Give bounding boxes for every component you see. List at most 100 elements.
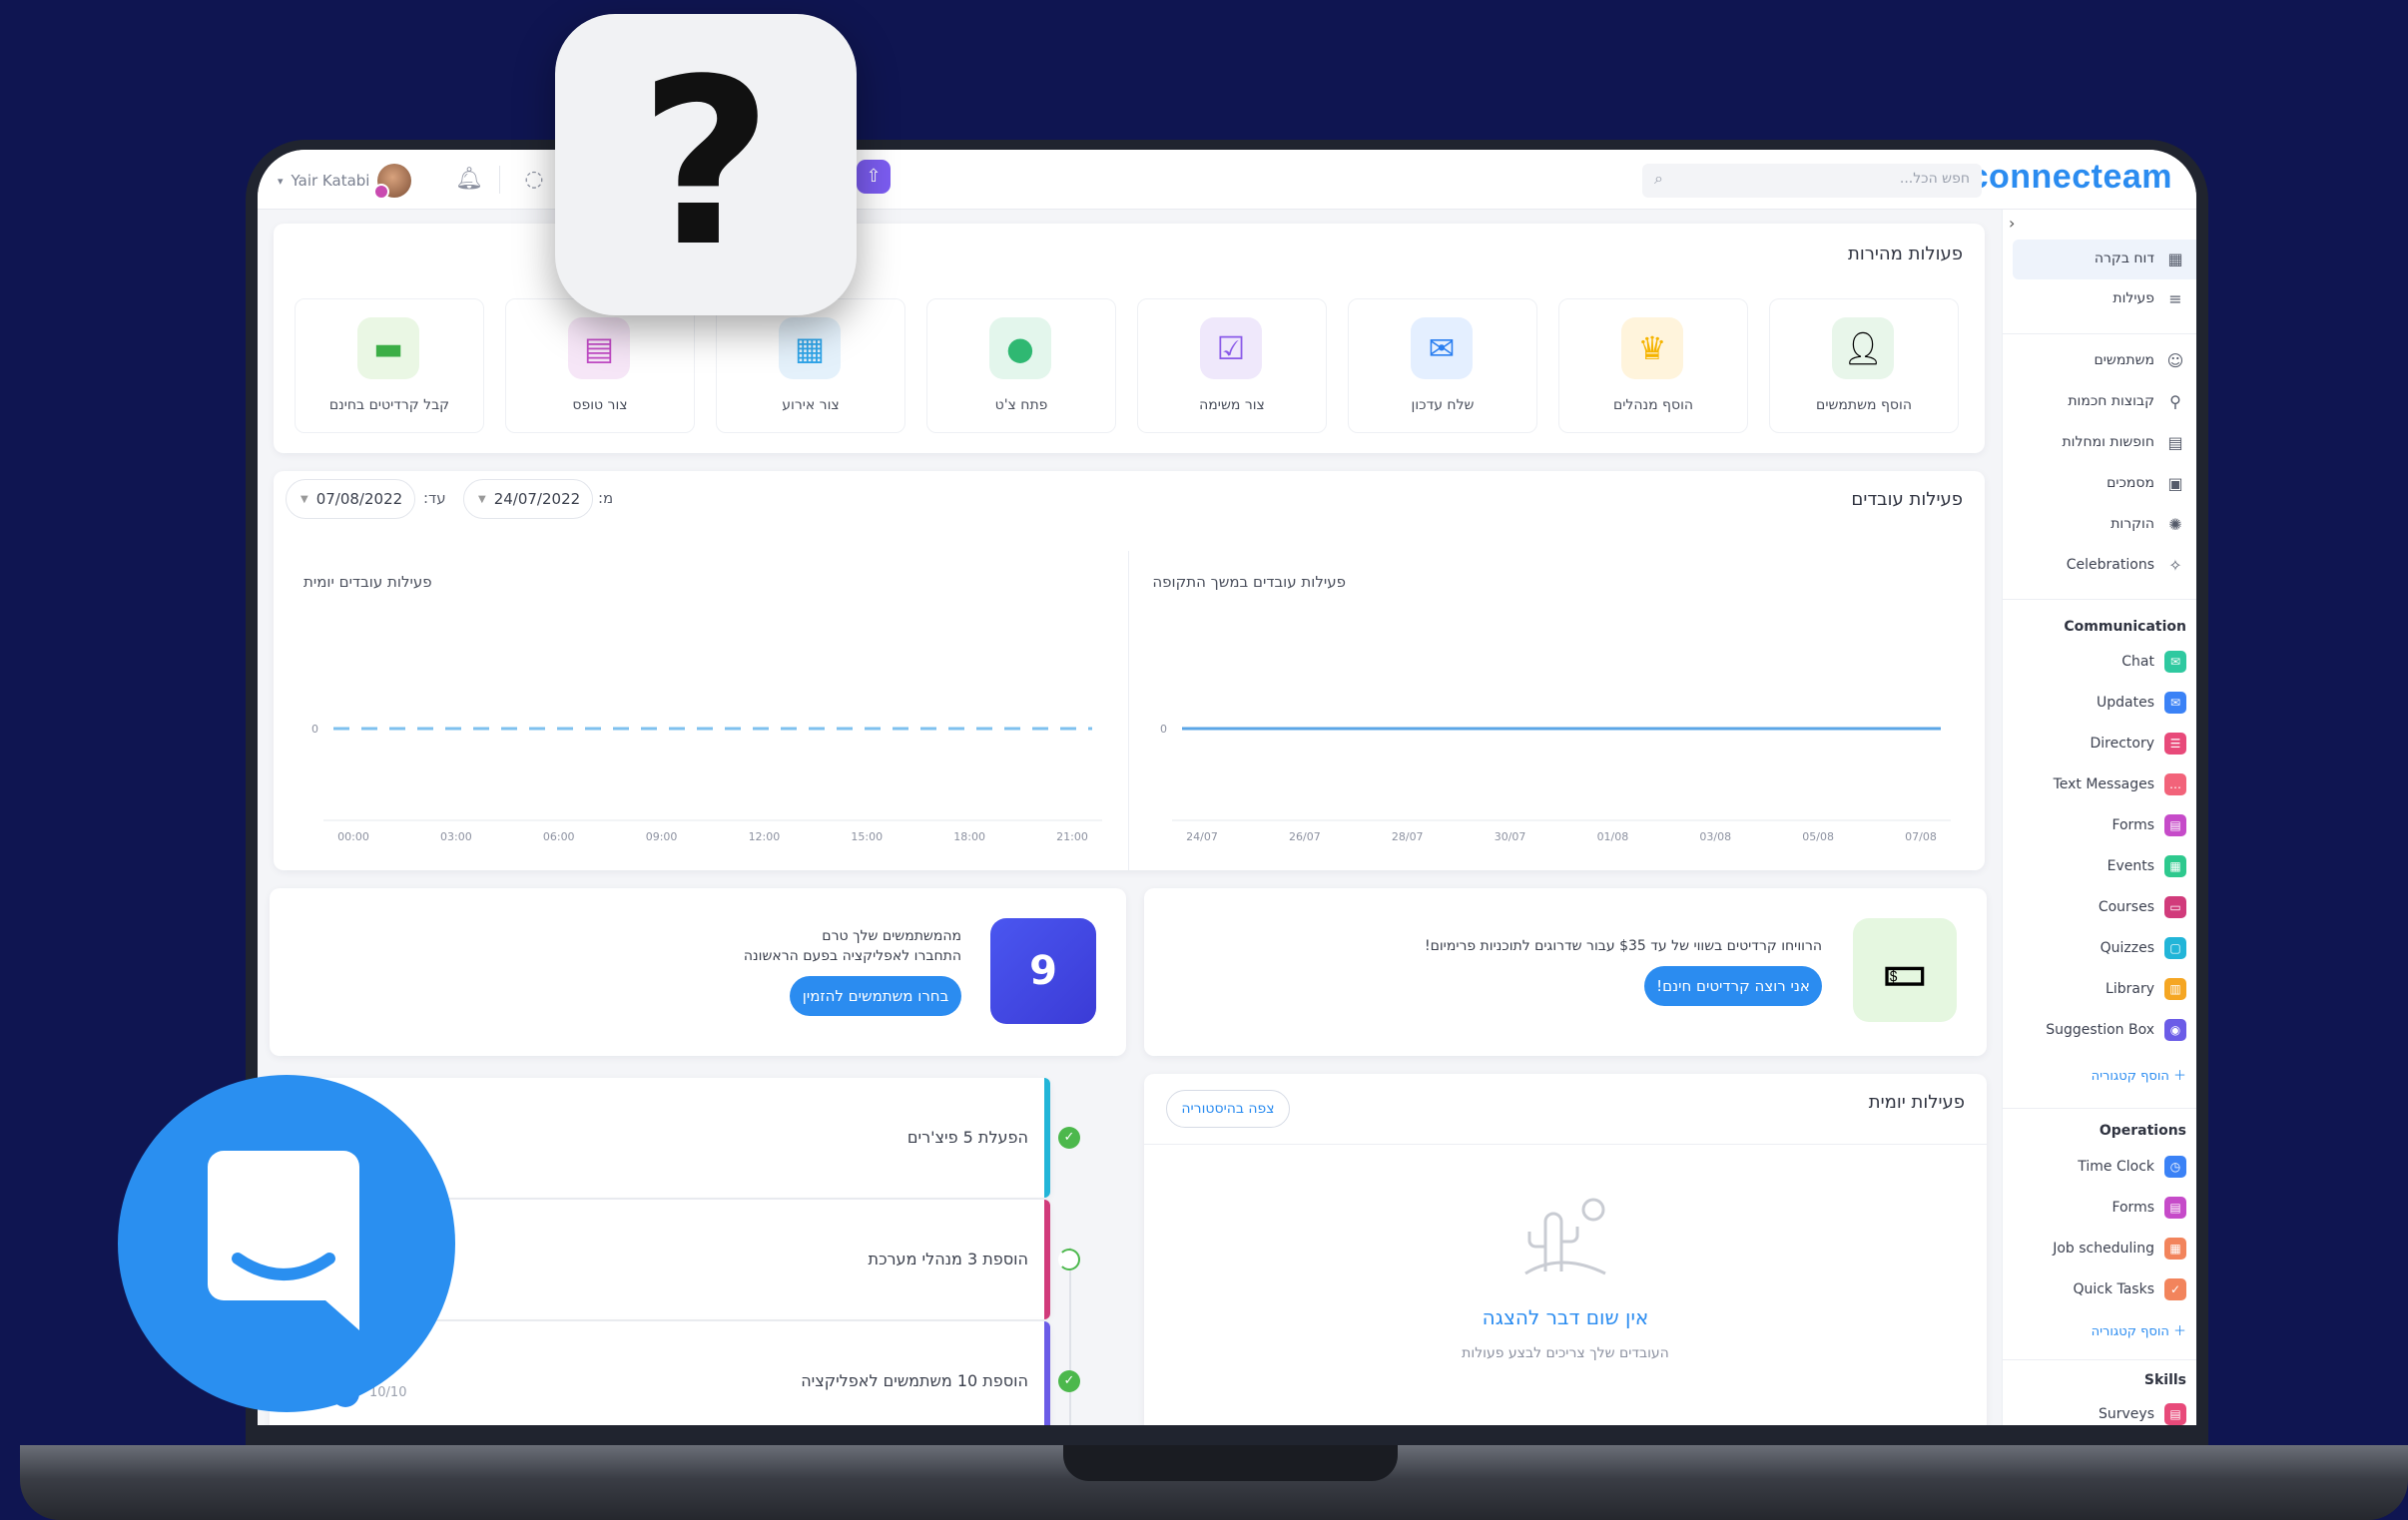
sidebar-item-label: Directory (2090, 736, 2154, 752)
daily-activity-title: פעילות יומית (1868, 1092, 1965, 1113)
quick-actions-card: פעולות מהירות 👤︎ הוסף משתמשים ♛ הוסף מנה… (274, 224, 1985, 453)
money-icon: 💵︎ (1853, 918, 1957, 1022)
chat-icon: ✉ (2164, 651, 2186, 673)
sidebar-item-label: Forms (2111, 817, 2154, 833)
quick-action-label: הוסף משתמשים (1816, 397, 1912, 413)
quick-action-add-admins[interactable]: ♛ הוסף מנהלים (1558, 298, 1748, 433)
sidebar-item-suggestion-box[interactable]: Suggestion Box ◉ (2046, 1019, 2186, 1041)
daily-chart-title: פעילות עובדים יומית (303, 573, 432, 591)
grid-icon: ▦ (2167, 249, 2183, 268)
quick-action-create-form[interactable]: ▤ צור טופס (505, 298, 695, 433)
y-tick-label: 0 (311, 723, 318, 736)
sidebar-item-dashboard[interactable]: דוח בקרה ▦ (2095, 248, 2186, 269)
sidebar-item-directory[interactable]: Directory ☰ (2090, 733, 2186, 755)
sidebar-item-label: Library (2106, 981, 2154, 997)
users-promo-line1: מהמשתמשים שלך טרם (822, 928, 961, 944)
quick-action-free-credits[interactable]: ▬ קבל קרדיטים בחינם (295, 298, 484, 433)
divider (499, 166, 500, 194)
x-tick-label: 24/07 (1186, 830, 1218, 843)
directory-icon: ☰ (2164, 733, 2186, 755)
quick-action-create-task[interactable]: ☑ צור משימה (1137, 298, 1327, 433)
sms-icon: … (2164, 773, 2186, 795)
sidebar-item-events[interactable]: Events ▦ (2107, 855, 2186, 877)
quick-action-open-chat[interactable]: ● פתח צ'ט (926, 298, 1116, 433)
quick-action-create-event[interactable]: ▦ צור אירוע (716, 298, 905, 433)
sidebar-item-label: Forms (2111, 1200, 2154, 1216)
app-screen: connecteam חפש הכל... ⌕ ▾ Yair Katabi 🔔︎… (258, 150, 2196, 1425)
divider (2002, 333, 2196, 334)
plus-icon: ＋ (2168, 1069, 2186, 1084)
sidebar-item-time-clock[interactable]: Time Clock ◷ (2078, 1156, 2186, 1178)
person-icon: 👤︎ (1832, 317, 1894, 379)
daily-activity-chart: 0 00:00 03:00 06:00 09:00 12:00 15:00 18:00 21:0… (311, 723, 1102, 843)
sidebar: › דוח בקרה ▦ פעילות ≡ משתמשים ☺ קבוצות חכמו… (2002, 210, 2196, 1425)
x-tick-label: 00:00 (337, 830, 369, 843)
x-tick-label: 28/07 (1392, 830, 1424, 843)
quiz-icon: ▢ (2164, 937, 2186, 959)
main-content: פעולות מהירות 👤︎ הוסף משתמשים ♛ הוסף מנה… (258, 210, 2002, 1425)
search-input[interactable]: חפש הכל... ⌕ (1642, 164, 1982, 198)
add-category-button[interactable]: ＋ הוסף קטגוריה (2092, 1065, 2186, 1084)
free-credits-button[interactable]: אני רוצה קרדיטים חינם! (1644, 966, 1822, 1006)
sun-icon: ✺ (2168, 514, 2182, 534)
sidebar-item-users[interactable]: משתמשים ☺ (2095, 349, 2186, 371)
sidebar-item-label: Courses (2098, 899, 2154, 915)
sidebar-item-quizzes[interactable]: Quizzes ▢ (2101, 937, 2186, 959)
sidebar-item-label: Job scheduling (2053, 1241, 2154, 1257)
to-date-picker[interactable]: ▼ 07/08/2022 (286, 479, 415, 519)
pager-text: 10/10 (369, 1385, 407, 1400)
x-tick-label: 21:00 (1056, 830, 1088, 843)
bell-icon[interactable]: 🔔︎ (454, 165, 484, 195)
timeline-item-accent (1044, 1321, 1050, 1425)
sidebar-item-recognition[interactable]: הוקרות ✺ (2110, 513, 2186, 535)
search-icon: ⌕ (1654, 169, 1663, 188)
sidebar-item-smart-groups[interactable]: קבוצות חכמות ⚲ (2068, 390, 2186, 412)
chat-bubble-icon[interactable]: ◌ (519, 165, 549, 195)
sidebar-item-celebrations[interactable]: Celebrations ✧ (2067, 554, 2186, 576)
sidebar-item-chat[interactable]: Chat ✉ (2121, 651, 2186, 673)
x-tick-label: 01/08 (1597, 830, 1629, 843)
sidebar-item-label: Updates (2097, 695, 2154, 711)
section-header-operations: Operations (2099, 1123, 2186, 1139)
sidebar-item-documents[interactable]: מסמכים ▣ (2107, 472, 2186, 494)
sidebar-item-label: Surveys (2099, 1406, 2154, 1422)
sidebar-item-updates[interactable]: Updates ✉ (2097, 692, 2186, 714)
timeline-line (1069, 1248, 1071, 1425)
sidebar-item-time-off[interactable]: חופשות ומחלות ▤ (2062, 431, 2186, 453)
timeline-item-label: הפעלת 5 פיצ'רים (906, 1128, 1028, 1147)
user-name: Yair Katabi (291, 172, 370, 190)
sidebar-item-courses[interactable]: Courses ▭ (2099, 896, 2186, 918)
top-bar: connecteam חפש הכל... ⌕ ▾ Yair Katabi 🔔︎… (258, 150, 2196, 210)
crown-icon: ♛ (1621, 317, 1683, 379)
sidebar-item-surveys[interactable]: Surveys ▤ (2099, 1403, 2186, 1425)
sidebar-item-library[interactable]: Library ▥ (2106, 978, 2186, 1000)
user-menu[interactable]: ▾ Yair Katabi (278, 164, 412, 200)
timeline-item-label: הוספת 3 מנהלי מערכת (868, 1250, 1028, 1268)
upgrade-button[interactable]: ⇧ (857, 160, 891, 194)
sidebar-item-label: קבוצות חכמות (2068, 393, 2154, 409)
sidebar-item-forms[interactable]: Forms ▤ (2111, 814, 2186, 836)
quick-action-send-update[interactable]: ✉ שלח עדכון (1348, 298, 1537, 433)
chevron-right-icon[interactable]: › (2009, 214, 2015, 233)
x-tick-label: 07/08 (1905, 830, 1937, 843)
section-header-communication: Communication (2064, 619, 2186, 635)
x-tick-label: 15:00 (851, 830, 883, 843)
sidebar-item-activity[interactable]: פעילות ≡ (2112, 287, 2186, 309)
divider (2002, 599, 2196, 600)
users-promo-line2: התחברו לאפליקציה בפעם הראשונה (743, 948, 961, 964)
sidebar-item-job-scheduling[interactable]: Job scheduling ▦ (2053, 1238, 2186, 1260)
library-icon: ▥ (2164, 978, 2186, 1000)
sidebar-item-op-forms[interactable]: Forms ▤ (2111, 1197, 2186, 1219)
quick-action-add-users[interactable]: 👤︎ הוסף משתמשים (1769, 298, 1959, 433)
from-date-picker[interactable]: ▼ 24/07/2022 (463, 479, 593, 519)
add-category-button[interactable]: ＋ הוסף קטגוריה (2092, 1320, 2186, 1339)
sidebar-item-quick-tasks[interactable]: Quick Tasks ✓ (2073, 1278, 2186, 1300)
message-bubble-icon (208, 1151, 359, 1330)
empty-state-title: אין שום דבר להצגה (1482, 1305, 1649, 1329)
chevron-down-icon: ▼ (301, 493, 308, 505)
invite-users-button[interactable]: בחרו משתמשים להזמין (790, 976, 961, 1016)
sidebar-item-text-messages[interactable]: Text Messages… (2054, 773, 2186, 795)
sidebar-item-label: Chat (2121, 654, 2154, 670)
period-activity-chart: 0 24/07 26/07 28/07 30/07 01/08 03/08 05/08 07/0… (1160, 723, 1951, 843)
view-history-button[interactable]: צפה בהיסטוריה (1166, 1090, 1290, 1128)
